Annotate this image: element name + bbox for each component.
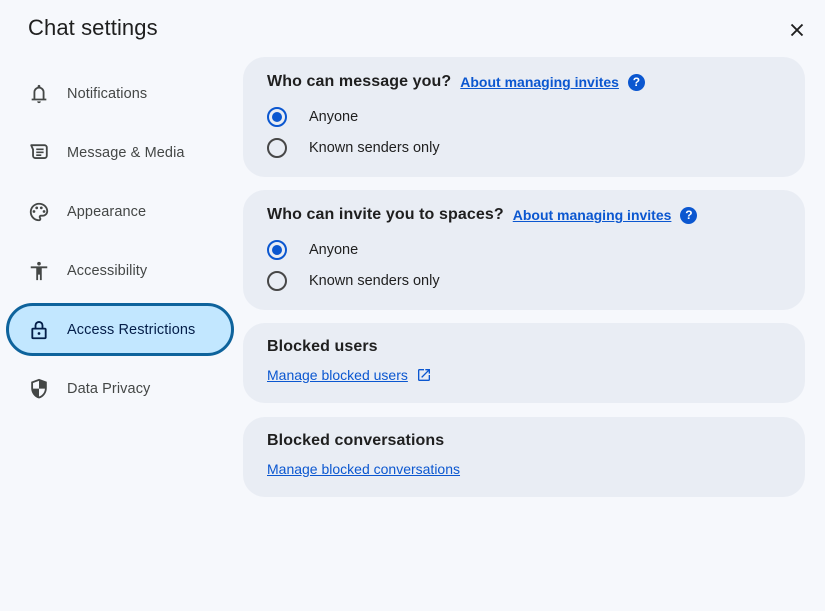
sidebar-item-data-privacy[interactable]: Data Privacy bbox=[6, 362, 234, 415]
sidebar-item-label: Message & Media bbox=[67, 145, 185, 161]
sidebar-item-label: Accessibility bbox=[67, 263, 147, 279]
card-blocked-conversations: Blocked conversations Manage blocked con… bbox=[243, 417, 805, 497]
settings-content: Who can message you? About managing invi… bbox=[243, 57, 805, 497]
chat-bubble-icon bbox=[27, 141, 51, 165]
help-icon[interactable]: ? bbox=[680, 207, 697, 224]
sidebar-item-message-media[interactable]: Message & Media bbox=[6, 126, 234, 179]
section-title-who-can-message: Who can message you? bbox=[267, 73, 451, 91]
card-who-can-message: Who can message you? About managing invi… bbox=[243, 57, 805, 177]
radio-option-anyone[interactable]: Anyone bbox=[267, 101, 781, 132]
radio-unselected-icon[interactable] bbox=[267, 271, 287, 291]
close-icon bbox=[786, 19, 808, 44]
lock-icon bbox=[27, 318, 51, 342]
who-can-message-radio-group: Anyone Known senders only bbox=[267, 101, 781, 163]
accessibility-icon bbox=[27, 259, 51, 283]
close-button[interactable] bbox=[783, 17, 811, 45]
radio-option-known-senders[interactable]: Known senders only bbox=[267, 132, 781, 163]
section-title-who-can-invite: Who can invite you to spaces? bbox=[267, 206, 504, 224]
manage-blocked-users-link[interactable]: Manage blocked users bbox=[267, 367, 408, 383]
page-title: Chat settings bbox=[28, 15, 158, 41]
manage-blocked-conversations-link[interactable]: Manage blocked conversations bbox=[267, 461, 460, 477]
sidebar-item-label: Access Restrictions bbox=[67, 322, 195, 338]
sidebar-item-label: Data Privacy bbox=[67, 381, 150, 397]
sidebar-item-accessibility[interactable]: Accessibility bbox=[6, 244, 234, 297]
radio-selected-icon[interactable] bbox=[267, 240, 287, 260]
section-title-blocked-users: Blocked users bbox=[267, 338, 781, 356]
about-managing-invites-link[interactable]: About managing invites bbox=[460, 74, 619, 90]
about-managing-invites-link[interactable]: About managing invites bbox=[513, 207, 672, 223]
sidebar: Notifications Message & Media Appearance… bbox=[0, 67, 240, 421]
help-icon[interactable]: ? bbox=[628, 74, 645, 91]
sidebar-item-label: Notifications bbox=[67, 86, 147, 102]
radio-option-known-senders[interactable]: Known senders only bbox=[267, 265, 781, 296]
card-who-can-invite: Who can invite you to spaces? About mana… bbox=[243, 190, 805, 310]
open-in-new-icon bbox=[416, 367, 432, 383]
card-blocked-users: Blocked users Manage blocked users bbox=[243, 323, 805, 403]
sidebar-item-appearance[interactable]: Appearance bbox=[6, 185, 234, 238]
sidebar-item-notifications[interactable]: Notifications bbox=[6, 67, 234, 120]
bell-icon bbox=[27, 82, 51, 106]
palette-icon bbox=[27, 200, 51, 224]
who-can-invite-radio-group: Anyone Known senders only bbox=[267, 234, 781, 296]
radio-option-anyone[interactable]: Anyone bbox=[267, 234, 781, 265]
shield-icon bbox=[27, 377, 51, 401]
section-title-blocked-conversations: Blocked conversations bbox=[267, 432, 781, 450]
sidebar-item-access-restrictions[interactable]: Access Restrictions bbox=[6, 303, 234, 356]
radio-selected-icon[interactable] bbox=[267, 107, 287, 127]
radio-unselected-icon[interactable] bbox=[267, 138, 287, 158]
chat-settings-dialog: Chat settings Notifications Message & Me… bbox=[0, 0, 825, 611]
sidebar-item-label: Appearance bbox=[67, 204, 146, 220]
